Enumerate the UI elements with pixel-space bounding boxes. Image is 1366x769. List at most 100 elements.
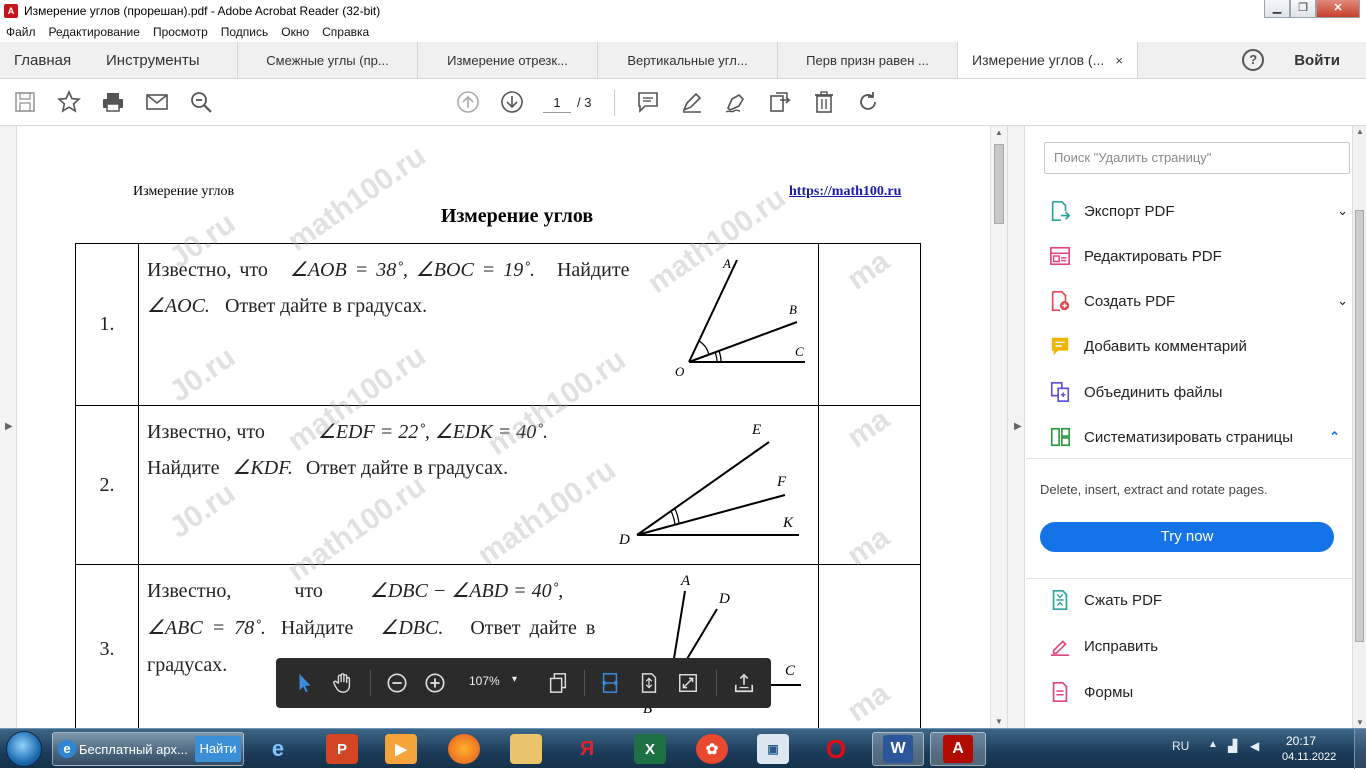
bookmark-star-icon[interactable] (56, 89, 82, 115)
clock-time[interactable]: 20:17 (1286, 734, 1316, 748)
hand-tool-icon[interactable] (330, 670, 356, 696)
sign-pen-icon[interactable] (723, 89, 749, 115)
minimize-button[interactable]: ▁ (1264, 0, 1290, 18)
zoom-search-icon[interactable] (188, 89, 214, 115)
tools-search-input[interactable]: Поиск "Удалить страницу" (1044, 142, 1350, 174)
tray-expand-icon[interactable]: ▲ (1208, 739, 1218, 750)
zoom-out-icon[interactable] (384, 670, 410, 696)
menu-edit[interactable]: Редактирование (49, 25, 140, 39)
next-page-icon[interactable] (499, 89, 525, 115)
tool-combine-files[interactable]: Объединить файлы (1048, 377, 1348, 407)
yandex-browser-icon[interactable]: Я (571, 734, 603, 764)
doc-header-link[interactable]: https://math100.ru (789, 184, 901, 200)
select-cursor-icon[interactable] (292, 670, 318, 696)
taskbar-search-button[interactable]: Найти (195, 736, 241, 762)
collapse-right-icon[interactable]: ▶ (1014, 421, 1022, 432)
firefox-icon[interactable] (448, 734, 480, 764)
scroll-thumb[interactable] (994, 144, 1004, 224)
opera-icon[interactable]: O (820, 734, 852, 764)
chevron-down-icon[interactable]: ⌄ (1337, 293, 1348, 309)
help-icon[interactable]: ? (1242, 49, 1265, 71)
tools-panel-scrollbar[interactable]: ▲ ▼ (1352, 126, 1366, 728)
tab-document-1[interactable]: Смежные углы (пр... (238, 42, 418, 78)
start-button[interactable] (6, 731, 42, 767)
highlight-pen-icon[interactable] (679, 89, 705, 115)
tool-create-pdf[interactable]: Создать PDF ⌄ (1048, 286, 1348, 316)
tool-add-comment[interactable]: Добавить комментарий (1048, 331, 1348, 361)
powerpoint-icon[interactable]: P (326, 734, 358, 764)
share-send-icon[interactable] (767, 89, 793, 115)
document-scrollbar[interactable]: ▲ ▼ (990, 126, 1007, 728)
volume-icon[interactable]: ◀ (1250, 739, 1259, 753)
tool-organize-pages[interactable]: Систематизировать страницы ⌃ (1048, 422, 1348, 452)
tab-document-2[interactable]: Измерение отрезк... (418, 42, 598, 78)
tool-forms[interactable]: Формы (1048, 677, 1348, 707)
menu-window[interactable]: Окно (281, 25, 309, 39)
media-app-icon[interactable]: ✿ (696, 734, 728, 764)
zoom-in-icon[interactable] (422, 670, 448, 696)
fit-width-icon[interactable] (597, 670, 623, 696)
left-panel-toggle[interactable]: ▶ (0, 126, 17, 728)
menu-help[interactable]: Справка (322, 25, 369, 39)
right-panel-toggle[interactable]: ▶ (1007, 126, 1025, 728)
task-body: Известно, что ∠AOB = 38˚, ∠BOC = 19˚. На… (138, 243, 819, 406)
page-number-input[interactable]: 1 (543, 93, 571, 113)
media-player-icon[interactable]: ▶ (385, 734, 417, 764)
zoom-dropdown-icon[interactable]: ▾ (512, 674, 517, 685)
tool-fill-sign[interactable]: Исправить (1048, 631, 1348, 661)
scroll-down-icon[interactable]: ▼ (1356, 718, 1364, 727)
chevron-up-icon[interactable]: ⌃ (1329, 429, 1340, 445)
fit-page-icon[interactable] (636, 670, 662, 696)
delete-trash-icon[interactable] (811, 89, 837, 115)
tab-document-4[interactable]: Перв призн равен ... (778, 42, 958, 78)
menu-file[interactable]: Файл (6, 25, 36, 39)
previous-page-icon[interactable] (455, 89, 481, 115)
maximize-button[interactable]: ❐ (1290, 0, 1316, 18)
figure-label: C (795, 344, 804, 359)
internet-explorer-icon[interactable]: e (262, 734, 294, 764)
close-tab-icon[interactable]: × (1115, 53, 1123, 68)
tab-home[interactable]: Главная (0, 42, 92, 78)
email-icon[interactable] (144, 89, 170, 115)
scroll-down-icon[interactable]: ▼ (995, 717, 1003, 726)
scroll-thumb[interactable] (1355, 210, 1364, 642)
zoom-level[interactable]: 107% (469, 674, 500, 688)
figure-label: D (618, 532, 630, 548)
tool-export-pdf[interactable]: Экспорт PDF ⌄ (1048, 196, 1348, 226)
try-now-button[interactable]: Try now (1040, 522, 1334, 552)
task-row-2: 2. Известно, что ∠EDF = 22˚, ∠EDK = 40˚.… (75, 405, 921, 565)
full-screen-icon[interactable] (675, 670, 701, 696)
network-icon[interactable]: ▟ (1228, 739, 1237, 753)
chevron-down-icon[interactable]: ⌄ (1337, 203, 1348, 219)
document-view[interactable]: Измерение углов https://math100.ru Измер… (17, 126, 990, 728)
print-icon[interactable] (100, 89, 126, 115)
acrobat-app-icon: A (4, 4, 18, 18)
menu-sign[interactable]: Подпись (221, 25, 269, 39)
tab-document-active[interactable]: Измерение углов (... × (958, 42, 1138, 78)
taskbar-search[interactable]: e Бесплатный арх... Найти (52, 732, 244, 766)
comment-tool-icon[interactable] (635, 89, 661, 115)
rotate-icon[interactable] (855, 89, 881, 115)
excel-icon[interactable]: X (634, 734, 666, 764)
page-display-icon[interactable] (545, 670, 571, 696)
save-icon[interactable] (12, 89, 38, 115)
tab-tools[interactable]: Инструменты (92, 42, 238, 78)
scroll-up-icon[interactable]: ▲ (1356, 127, 1364, 136)
menu-view[interactable]: Просмотр (153, 25, 208, 39)
language-indicator[interactable]: RU (1172, 739, 1189, 753)
clock-date[interactable]: 04.11.2022 (1282, 751, 1336, 763)
folder-icon[interactable] (510, 734, 542, 764)
word-task[interactable]: W (872, 732, 924, 766)
tool-edit-pdf[interactable]: Редактировать PDF (1048, 241, 1348, 271)
expand-left-icon[interactable]: ▶ (5, 421, 13, 432)
tool-compress-pdf[interactable]: Сжать PDF (1048, 585, 1348, 615)
show-desktop-button[interactable] (1354, 729, 1366, 769)
task-text: Известно, что (147, 421, 265, 443)
sign-in-button[interactable]: Войти (1294, 52, 1340, 69)
tab-document-3[interactable]: Вертикальные угл... (598, 42, 778, 78)
acrobat-task[interactable]: A (930, 732, 986, 766)
scroll-up-icon[interactable]: ▲ (995, 128, 1003, 137)
upload-share-icon[interactable] (731, 670, 757, 696)
app-window-icon[interactable]: ▣ (757, 734, 789, 764)
close-window-button[interactable]: ✕ (1316, 0, 1360, 18)
